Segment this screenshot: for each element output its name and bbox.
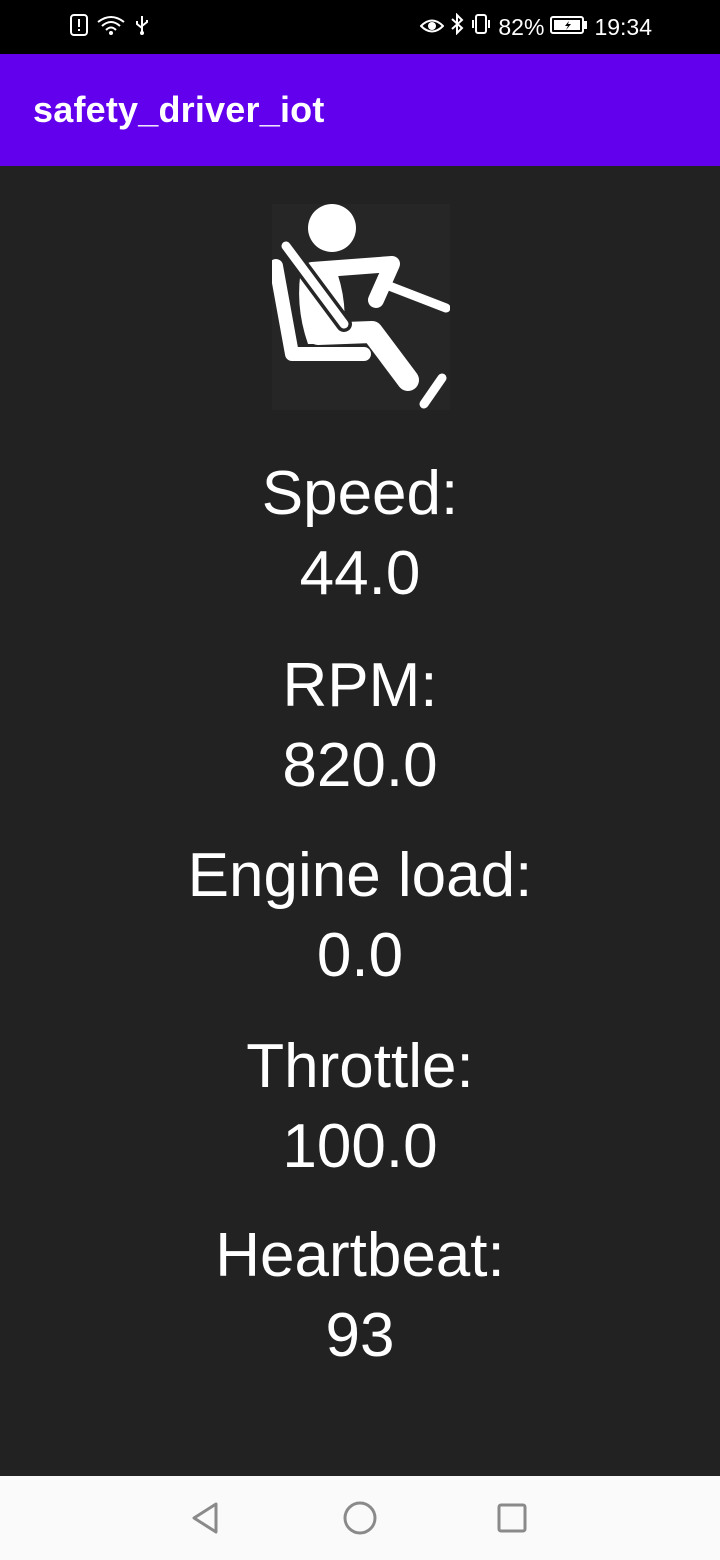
battery-percent: 82% xyxy=(498,13,545,40)
throttle-readout: Throttle: 100.0 xyxy=(0,1027,720,1187)
bluetooth-icon xyxy=(450,12,464,41)
navigation-bar xyxy=(0,1476,720,1560)
speed-readout: Speed: 44.0 xyxy=(0,454,720,614)
app-bar: safety_driver_iot xyxy=(0,54,720,166)
speed-label: Speed: xyxy=(261,459,459,528)
heartbeat-readout: Heartbeat: 93 xyxy=(0,1216,720,1376)
engine-load-readout: Engine load: 0.0 xyxy=(0,836,720,996)
home-icon[interactable] xyxy=(340,1498,380,1538)
engine-load-value: 0.0 xyxy=(316,921,404,990)
seatbelt-driver-icon xyxy=(269,204,451,410)
main-content: Speed: 44.0 RPM: 820.0 Engine load: 0.0 … xyxy=(0,166,720,1476)
engine-load-label: Engine load: xyxy=(187,841,533,910)
app-title: safety_driver_iot xyxy=(33,89,325,130)
rpm-value: 820.0 xyxy=(282,731,438,800)
throttle-value: 100.0 xyxy=(282,1112,438,1181)
recents-icon[interactable] xyxy=(492,1498,532,1538)
rpm-label: RPM: xyxy=(282,651,438,720)
status-bar: 82% 19:34 xyxy=(0,0,720,54)
status-right: 82% 19:34 xyxy=(419,12,652,42)
back-icon[interactable] xyxy=(186,1498,226,1538)
rpm-readout: RPM: 820.0 xyxy=(0,646,720,806)
status-left xyxy=(70,12,150,42)
usb-icon xyxy=(134,14,150,41)
throttle-label: Throttle: xyxy=(246,1032,474,1101)
wifi-icon xyxy=(96,14,126,41)
heartbeat-value: 93 xyxy=(325,1301,395,1370)
alert-icon xyxy=(70,13,88,41)
vibrate-icon xyxy=(470,13,492,41)
eye-icon xyxy=(419,14,445,41)
speed-value: 44.0 xyxy=(299,539,421,608)
clock: 19:34 xyxy=(594,13,652,40)
battery-icon xyxy=(550,14,588,41)
heartbeat-label: Heartbeat: xyxy=(215,1221,505,1290)
